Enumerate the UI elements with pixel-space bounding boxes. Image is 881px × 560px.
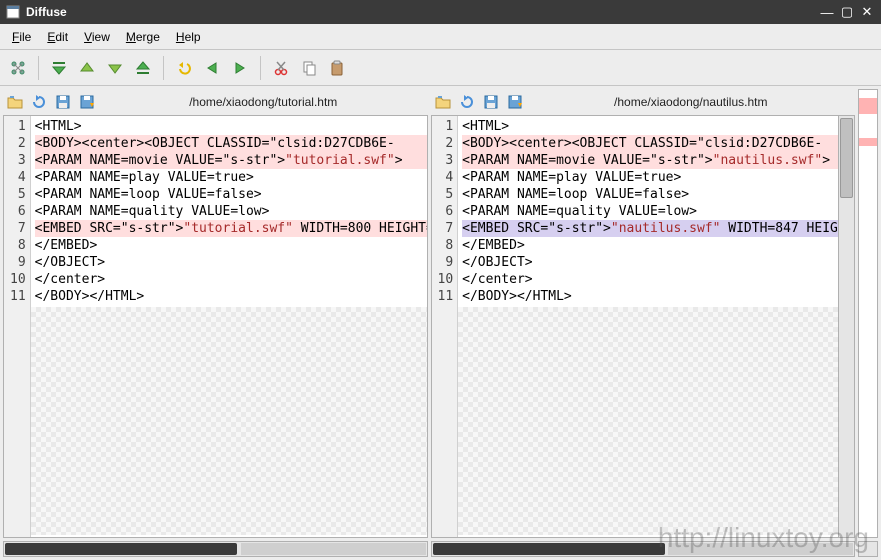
scrollbar-thumb[interactable]: [5, 543, 237, 555]
overview-block[interactable]: [859, 114, 877, 138]
code-line[interactable]: </EMBED>: [462, 237, 838, 254]
code-line[interactable]: </BODY></HTML>: [462, 288, 838, 305]
main-area: /home/xiaodong/tutorial.htm 123456789101…: [0, 86, 881, 541]
toolbar-separator: [38, 56, 39, 80]
code-line[interactable]: <EMBED SRC="s-str">"tutorial.swf" WIDTH=…: [35, 220, 427, 237]
main-toolbar: [0, 50, 881, 86]
right-editor[interactable]: 1234567891011 <HTML><BODY><center><OBJEC…: [431, 115, 840, 538]
menu-help[interactable]: Help: [168, 27, 209, 47]
overview-block[interactable]: [859, 138, 877, 146]
menu-file[interactable]: File: [4, 27, 39, 47]
right-horizontal-scrollbar[interactable]: [431, 541, 856, 557]
overview-block[interactable]: [859, 98, 877, 114]
menu-merge[interactable]: Merge: [118, 27, 168, 47]
paste-button[interactable]: [324, 55, 350, 81]
code-line[interactable]: </EMBED>: [35, 237, 427, 254]
left-pane: /home/xiaodong/tutorial.htm 123456789101…: [3, 89, 428, 538]
code-line[interactable]: <PARAM NAME=loop VALUE=false>: [462, 186, 838, 203]
toolbar-separator: [163, 56, 164, 80]
code-line[interactable]: </center>: [35, 271, 427, 288]
undo-button[interactable]: [171, 55, 197, 81]
overview-block[interactable]: [859, 146, 877, 178]
menu-view[interactable]: View: [76, 27, 118, 47]
code-line[interactable]: <PARAM NAME=loop VALUE=false>: [35, 186, 427, 203]
scrollbar-track: [668, 543, 853, 555]
right-file-path: /home/xiaodong/nautilus.htm: [527, 95, 856, 109]
left-code[interactable]: <HTML><BODY><center><OBJECT CLASSID="cls…: [31, 116, 427, 537]
scroll-corner: [858, 541, 878, 557]
right-vertical-scrollbar[interactable]: [839, 115, 855, 538]
code-line[interactable]: <PARAM NAME=movie VALUE="s-str">"nautilu…: [462, 152, 838, 169]
code-line[interactable]: <PARAM NAME=movie VALUE="s-str">"tutoria…: [35, 152, 427, 169]
save-as-button[interactable]: [76, 91, 98, 113]
left-horizontal-scrollbar[interactable]: [3, 541, 428, 557]
first-diff-button[interactable]: [46, 55, 72, 81]
code-line[interactable]: </BODY></HTML>: [35, 288, 427, 305]
code-line[interactable]: <PARAM NAME=play VALUE=true>: [462, 169, 838, 186]
code-line[interactable]: <PARAM NAME=quality VALUE=low>: [35, 203, 427, 220]
right-gutter: 1234567891011: [432, 116, 459, 537]
close-button[interactable]: ✕: [859, 4, 875, 20]
window-title: Diffuse: [26, 5, 815, 19]
right-code[interactable]: <HTML><BODY><center><OBJECT CLASSID="cls…: [458, 116, 838, 537]
app-icon: [6, 5, 20, 19]
scrollbar-thumb[interactable]: [433, 543, 665, 555]
code-line[interactable]: </OBJECT>: [462, 254, 838, 271]
right-pane-header: /home/xiaodong/nautilus.htm: [431, 89, 856, 115]
code-line[interactable]: <BODY><center><OBJECT CLASSID="clsid:D27…: [35, 135, 427, 152]
reload-button[interactable]: [28, 91, 50, 113]
push-right-button[interactable]: [227, 55, 253, 81]
scrollbar-track: [241, 543, 426, 555]
prev-diff-button[interactable]: [74, 55, 100, 81]
code-line[interactable]: </OBJECT>: [35, 254, 427, 271]
overview-block[interactable]: [859, 178, 877, 537]
window-titlebar: Diffuse — ▢ ✕: [0, 0, 881, 24]
left-file-path: /home/xiaodong/tutorial.htm: [99, 95, 428, 109]
save-button[interactable]: [480, 91, 502, 113]
code-line[interactable]: <EMBED SRC="s-str">"nautilus.swf" WIDTH=…: [462, 220, 838, 237]
empty-area: [458, 307, 838, 535]
copy-button[interactable]: [296, 55, 322, 81]
right-pane: /home/xiaodong/nautilus.htm 123456789101…: [431, 89, 856, 538]
menu-bar: File Edit View Merge Help: [0, 24, 881, 50]
left-editor[interactable]: 1234567891011 <HTML><BODY><center><OBJEC…: [3, 115, 428, 538]
open-file-button[interactable]: [432, 91, 454, 113]
maximize-button[interactable]: ▢: [839, 4, 855, 20]
save-button[interactable]: [52, 91, 74, 113]
code-line[interactable]: <PARAM NAME=play VALUE=true>: [35, 169, 427, 186]
code-line[interactable]: <HTML>: [35, 118, 427, 135]
cut-button[interactable]: [268, 55, 294, 81]
menu-edit[interactable]: Edit: [39, 27, 76, 47]
realign-button[interactable]: [5, 55, 31, 81]
scrollbar-thumb[interactable]: [840, 118, 853, 198]
empty-area: [31, 307, 427, 535]
toolbar-separator: [260, 56, 261, 80]
next-diff-button[interactable]: [102, 55, 128, 81]
save-as-button[interactable]: [504, 91, 526, 113]
overview-block[interactable]: [859, 90, 877, 98]
hscroll-row: [0, 541, 881, 560]
code-line[interactable]: <BODY><center><OBJECT CLASSID="clsid:D27…: [462, 135, 838, 152]
left-pane-header: /home/xiaodong/tutorial.htm: [3, 89, 428, 115]
left-gutter: 1234567891011: [4, 116, 31, 537]
code-line[interactable]: <HTML>: [462, 118, 838, 135]
minimize-button[interactable]: —: [819, 4, 835, 20]
code-line[interactable]: <PARAM NAME=quality VALUE=low>: [462, 203, 838, 220]
last-diff-button[interactable]: [130, 55, 156, 81]
open-file-button[interactable]: [4, 91, 26, 113]
push-left-button[interactable]: [199, 55, 225, 81]
code-line[interactable]: </center>: [462, 271, 838, 288]
reload-button[interactable]: [456, 91, 478, 113]
diff-overview[interactable]: [858, 89, 878, 538]
